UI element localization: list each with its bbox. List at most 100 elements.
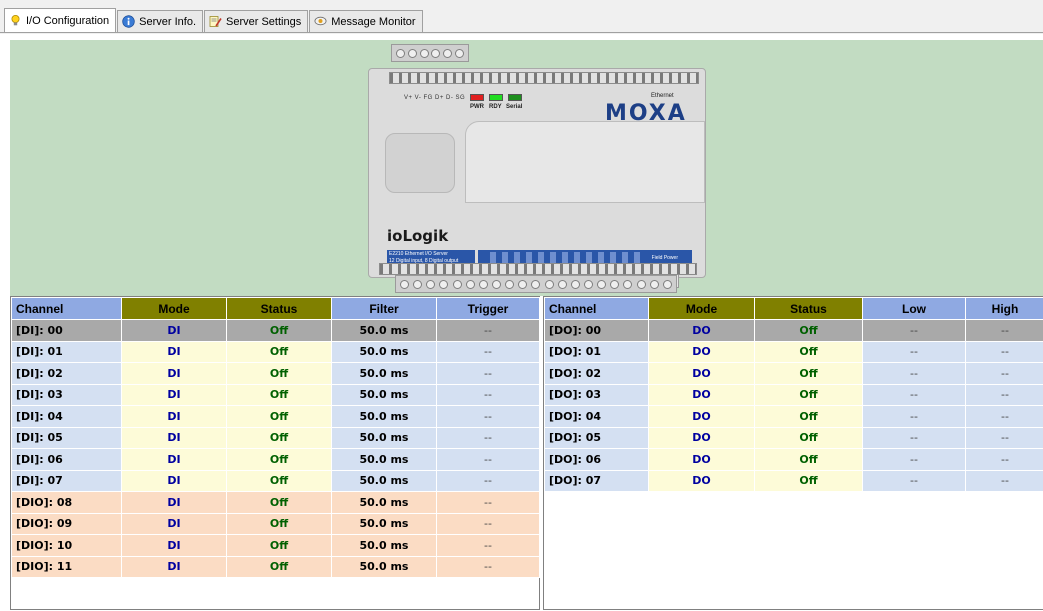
table-row[interactable]: [DI]: 01 DI Off 50.0 ms -- — [11, 340, 540, 363]
table-row[interactable]: [DI]: 02 DI Off 50.0 ms -- — [11, 362, 540, 385]
high-cell[interactable]: -- — [965, 340, 1043, 363]
trigger-cell[interactable]: -- — [436, 448, 540, 471]
status-cell[interactable]: Off — [226, 448, 332, 471]
channel-cell[interactable]: [DIO]: 10 — [11, 534, 122, 557]
mode-cell[interactable]: DI — [121, 426, 227, 449]
status-cell[interactable]: Off — [226, 534, 332, 557]
table-row[interactable]: [DI]: 04 DI Off 50.0 ms -- — [11, 405, 540, 428]
trigger-cell[interactable]: -- — [436, 405, 540, 428]
mode-cell[interactable]: DI — [121, 534, 227, 557]
low-cell[interactable]: -- — [862, 362, 966, 385]
table-row[interactable]: [DO]: 06 DO Off -- -- — [544, 448, 1043, 471]
channel-cell[interactable]: [DI]: 00 — [11, 319, 122, 342]
high-cell[interactable]: -- — [965, 426, 1043, 449]
status-cell[interactable]: Off — [754, 340, 863, 363]
trigger-cell[interactable]: -- — [436, 469, 540, 492]
tab-server-settings[interactable]: Server Settings — [204, 10, 309, 32]
channel-cell[interactable]: [DIO]: 08 — [11, 491, 122, 514]
filter-cell[interactable]: 50.0 ms — [331, 491, 437, 514]
channel-cell[interactable]: [DO]: 05 — [544, 426, 649, 449]
trigger-cell[interactable]: -- — [436, 340, 540, 363]
status-cell[interactable]: Off — [754, 405, 863, 428]
mode-cell[interactable]: DO — [648, 383, 755, 406]
table-row[interactable]: [DO]: 07 DO Off -- -- — [544, 469, 1043, 492]
status-cell[interactable]: Off — [226, 426, 332, 449]
mode-cell[interactable]: DI — [121, 362, 227, 385]
status-cell[interactable]: Off — [226, 383, 332, 406]
low-cell[interactable]: -- — [862, 319, 966, 342]
table-row[interactable]: [DIO]: 08 DI Off 50.0 ms -- — [11, 491, 540, 514]
table-row[interactable]: [DI]: 00 DI Off 50.0 ms -- — [11, 319, 540, 342]
filter-cell[interactable]: 50.0 ms — [331, 512, 437, 535]
mode-cell[interactable]: DO — [648, 405, 755, 428]
channel-cell[interactable]: [DI]: 05 — [11, 426, 122, 449]
channel-cell[interactable]: [DI]: 04 — [11, 405, 122, 428]
col-filter[interactable]: Filter — [331, 297, 437, 320]
filter-cell[interactable]: 50.0 ms — [331, 555, 437, 578]
filter-cell[interactable]: 50.0 ms — [331, 426, 437, 449]
col-high[interactable]: High — [965, 297, 1043, 320]
channel-cell[interactable]: [DO]: 04 — [544, 405, 649, 428]
table-row[interactable]: [DI]: 07 DI Off 50.0 ms -- — [11, 469, 540, 492]
channel-cell[interactable]: [DI]: 07 — [11, 469, 122, 492]
col-channel[interactable]: Channel — [544, 297, 649, 320]
mode-cell[interactable]: DO — [648, 340, 755, 363]
trigger-cell[interactable]: -- — [436, 319, 540, 342]
mode-cell[interactable]: DI — [121, 512, 227, 535]
trigger-cell[interactable]: -- — [436, 362, 540, 385]
table-row[interactable]: [DIO]: 10 DI Off 50.0 ms -- — [11, 534, 540, 557]
status-cell[interactable]: Off — [226, 555, 332, 578]
low-cell[interactable]: -- — [862, 426, 966, 449]
table-row[interactable]: [DIO]: 11 DI Off 50.0 ms -- — [11, 555, 540, 578]
status-cell[interactable]: Off — [226, 491, 332, 514]
channel-cell[interactable]: [DI]: 02 — [11, 362, 122, 385]
channel-cell[interactable]: [DO]: 00 — [544, 319, 649, 342]
channel-cell[interactable]: [DO]: 02 — [544, 362, 649, 385]
trigger-cell[interactable]: -- — [436, 426, 540, 449]
high-cell[interactable]: -- — [965, 405, 1043, 428]
status-cell[interactable]: Off — [754, 448, 863, 471]
channel-cell[interactable]: [DI]: 06 — [11, 448, 122, 471]
tab-server-info[interactable]: Server Info. — [117, 10, 204, 32]
status-cell[interactable]: Off — [754, 469, 863, 492]
high-cell[interactable]: -- — [965, 319, 1043, 342]
mode-cell[interactable]: DI — [121, 469, 227, 492]
col-channel[interactable]: Channel — [11, 297, 122, 320]
status-cell[interactable]: Off — [226, 319, 332, 342]
table-row[interactable]: [DI]: 05 DI Off 50.0 ms -- — [11, 426, 540, 449]
channel-cell[interactable]: [DIO]: 09 — [11, 512, 122, 535]
mode-cell[interactable]: DO — [648, 362, 755, 385]
status-cell[interactable]: Off — [226, 362, 332, 385]
low-cell[interactable]: -- — [862, 383, 966, 406]
filter-cell[interactable]: 50.0 ms — [331, 362, 437, 385]
tab-message-monitor[interactable]: Message Monitor — [309, 10, 423, 32]
high-cell[interactable]: -- — [965, 469, 1043, 492]
table-row[interactable]: [DO]: 04 DO Off -- -- — [544, 405, 1043, 428]
table-row[interactable]: [DI]: 03 DI Off 50.0 ms -- — [11, 383, 540, 406]
mode-cell[interactable]: DI — [121, 383, 227, 406]
status-cell[interactable]: Off — [754, 362, 863, 385]
mode-cell[interactable]: DI — [121, 448, 227, 471]
table-row[interactable]: [DO]: 02 DO Off -- -- — [544, 362, 1043, 385]
channel-cell[interactable]: [DI]: 01 — [11, 340, 122, 363]
mode-cell[interactable]: DI — [121, 340, 227, 363]
channel-cell[interactable]: [DI]: 03 — [11, 383, 122, 406]
col-status[interactable]: Status — [226, 297, 332, 320]
col-status[interactable]: Status — [754, 297, 863, 320]
table-row[interactable]: [DIO]: 09 DI Off 50.0 ms -- — [11, 512, 540, 535]
mode-cell[interactable]: DI — [121, 319, 227, 342]
mode-cell[interactable]: DO — [648, 426, 755, 449]
trigger-cell[interactable]: -- — [436, 383, 540, 406]
high-cell[interactable]: -- — [965, 362, 1043, 385]
channel-cell[interactable]: [DO]: 01 — [544, 340, 649, 363]
status-cell[interactable]: Off — [226, 512, 332, 535]
channel-cell[interactable]: [DO]: 07 — [544, 469, 649, 492]
channel-cell[interactable]: [DIO]: 11 — [11, 555, 122, 578]
table-row[interactable]: [DO]: 03 DO Off -- -- — [544, 383, 1043, 406]
status-cell[interactable]: Off — [226, 469, 332, 492]
status-cell[interactable]: Off — [754, 383, 863, 406]
low-cell[interactable]: -- — [862, 340, 966, 363]
filter-cell[interactable]: 50.0 ms — [331, 448, 437, 471]
col-low[interactable]: Low — [862, 297, 966, 320]
channel-cell[interactable]: [DO]: 03 — [544, 383, 649, 406]
